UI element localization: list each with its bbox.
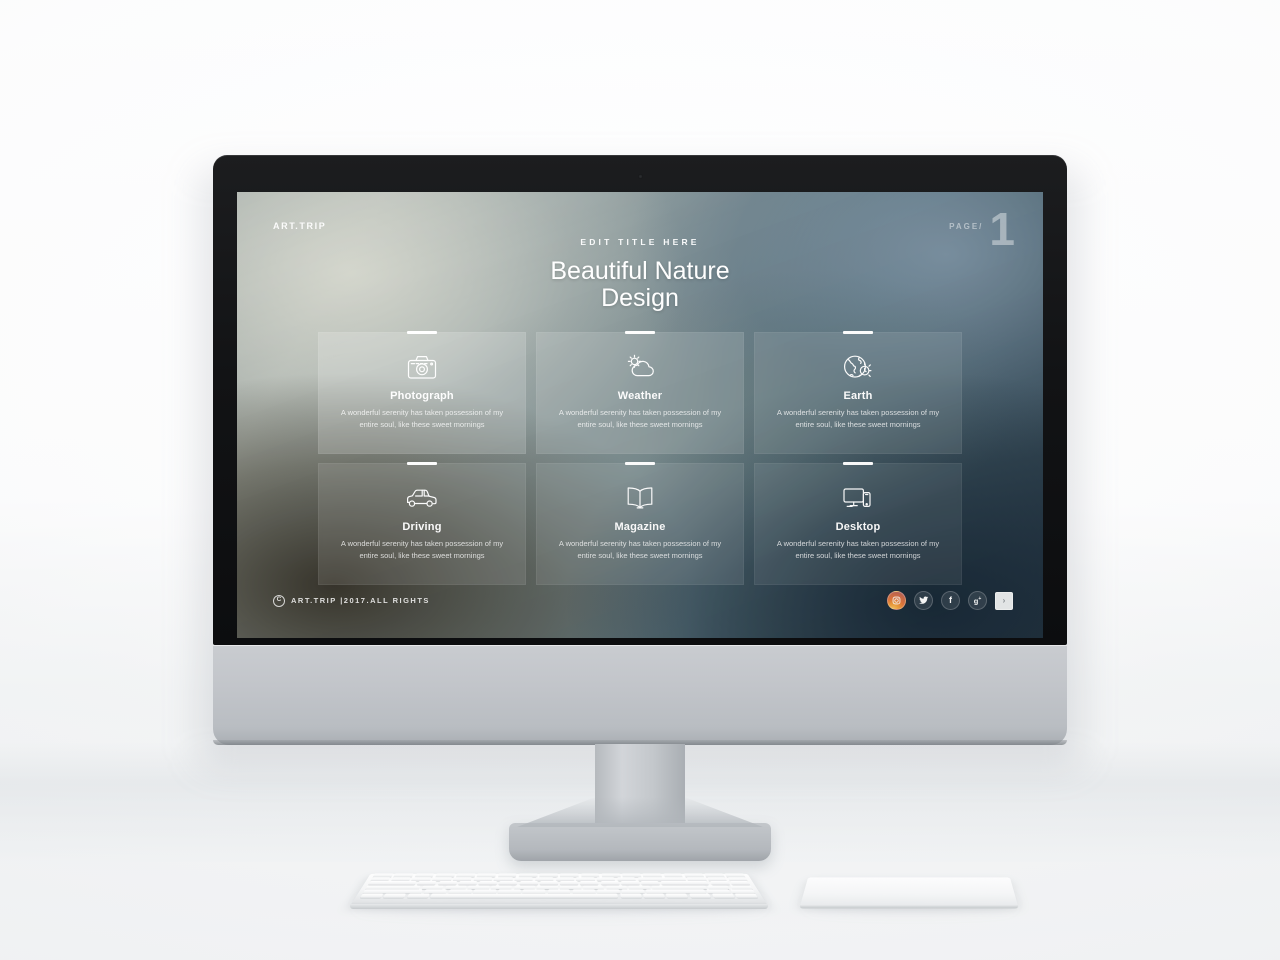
keyboard-edge (350, 904, 768, 909)
feature-card-earth[interactable]: Earth A wonderful serenity has taken pos… (754, 331, 962, 454)
page-title: Beautiful Nature Design (237, 258, 1043, 312)
card-accent-dash (843, 462, 873, 465)
feature-card-grid: Photograph A wonderful serenity has take… (318, 331, 962, 585)
camera-icon (331, 351, 513, 383)
card-accent-dash (843, 331, 873, 334)
presentation-slide: ART.TRIP PAGE/ 1 EDIT TITLE HERE Beautif… (237, 192, 1043, 638)
card-accent-dash (407, 331, 437, 334)
slide-footer: C ART.TRIP |2017.ALL RIGHTS f g+ › (273, 591, 1013, 610)
card-title: Earth (843, 390, 873, 402)
card-accent-dash (625, 462, 655, 465)
card-title: Weather (617, 390, 663, 402)
sun-cloud-icon (549, 351, 731, 383)
feature-card-desktop[interactable]: Desktop A wonderful serenity has taken p… (754, 462, 962, 585)
webcam-icon (637, 174, 643, 179)
facebook-icon[interactable]: f (941, 591, 960, 610)
keyboard-keys (360, 873, 759, 898)
headline-line-1: Beautiful Nature (550, 257, 730, 285)
copyright-text: ART.TRIP |2017.ALL RIGHTS (291, 596, 430, 605)
monitor-phone-icon (767, 482, 949, 514)
social-links: f g+ › (887, 591, 1013, 610)
feature-card-weather[interactable]: Weather A wonderful serenity has taken p… (536, 331, 744, 454)
globe-icon (767, 351, 949, 383)
monitor-bezel: ART.TRIP PAGE/ 1 EDIT TITLE HERE Beautif… (213, 155, 1067, 645)
desk-scene: ART.TRIP PAGE/ 1 EDIT TITLE HERE Beautif… (0, 0, 1280, 960)
card-title: Photograph (390, 390, 454, 402)
card-body-text: A wonderful serenity has taken possessio… (776, 408, 940, 429)
card-title: Desktop (835, 521, 881, 533)
card-accent-dash (407, 462, 437, 465)
card-accent-dash (625, 331, 655, 334)
open-book-icon (549, 482, 731, 514)
feature-card-magazine[interactable]: Magazine A wonderful serenity has taken … (536, 462, 744, 585)
car-icon (331, 482, 513, 514)
brand-logo: ART.TRIP (273, 221, 327, 231)
headline-line-2: Design (601, 284, 679, 312)
card-body-text: A wonderful serenity has taken possessio… (558, 408, 722, 429)
card-title: Magazine (614, 521, 666, 533)
copyright-line: C ART.TRIP |2017.ALL RIGHTS (273, 594, 430, 607)
card-body-text: A wonderful serenity has taken possessio… (340, 539, 504, 560)
card-body-text: A wonderful serenity has taken possessio… (340, 408, 504, 429)
eyebrow-text: EDIT TITLE HERE (580, 237, 700, 247)
page-label: PAGE/ (949, 222, 984, 231)
feature-card-photograph[interactable]: Photograph A wonderful serenity has take… (318, 331, 526, 454)
keyboard[interactable] (350, 848, 768, 909)
keyboard-row (360, 893, 759, 898)
next-slide-icon[interactable]: › (995, 591, 1013, 610)
card-title: Driving (402, 521, 442, 533)
card-body-text: A wonderful serenity has taken possessio… (558, 539, 722, 560)
title-block: EDIT TITLE HERE Beautiful Nature Design (237, 237, 1043, 312)
feature-card-driving[interactable]: Driving A wonderful serenity has taken p… (318, 462, 526, 585)
instagram-icon[interactable] (887, 591, 906, 610)
twitter-icon[interactable] (914, 591, 933, 610)
card-body-text: A wonderful serenity has taken possessio… (776, 539, 940, 560)
monitor-screen: ART.TRIP PAGE/ 1 EDIT TITLE HERE Beautif… (237, 192, 1043, 638)
trackpad[interactable] (800, 877, 1018, 906)
monitor-chin (213, 645, 1067, 745)
imac-computer: ART.TRIP PAGE/ 1 EDIT TITLE HERE Beautif… (199, 155, 1081, 861)
copyright-icon: C (273, 594, 285, 607)
google-plus-icon[interactable]: g+ (968, 591, 987, 610)
